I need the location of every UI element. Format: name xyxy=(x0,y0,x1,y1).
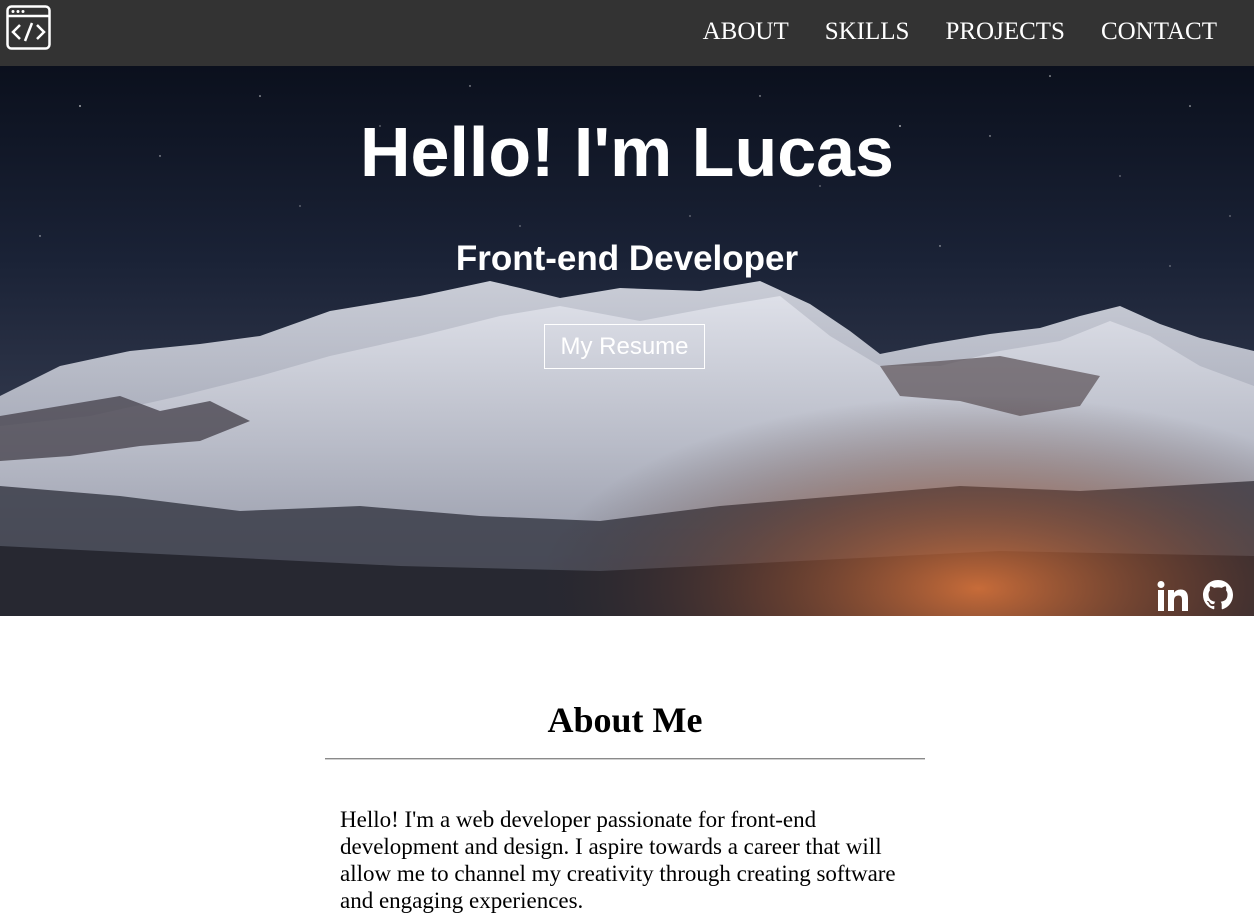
navbar: ABOUT SKILLS PROJECTS CONTACT xyxy=(0,0,1254,66)
about-text: Hello! I'm a web developer passionate fo… xyxy=(340,807,896,913)
nav-link-contact[interactable]: CONTACT xyxy=(1101,18,1217,46)
code-window-icon[interactable] xyxy=(6,5,51,50)
hero-section: Hello! I'm Lucas Front-end Developer My … xyxy=(0,66,1254,616)
about-title: About Me xyxy=(547,700,703,740)
nav-link-projects[interactable]: PROJECTS xyxy=(945,18,1064,46)
linkedin-icon[interactable] xyxy=(1156,580,1190,612)
nav-link-about[interactable]: ABOUT xyxy=(703,18,789,46)
github-icon[interactable] xyxy=(1202,579,1234,611)
hero-title: Hello! I'm Lucas xyxy=(360,113,894,191)
nav-links: ABOUT SKILLS PROJECTS CONTACT xyxy=(667,0,1217,64)
nav-link-skills[interactable]: SKILLS xyxy=(825,18,910,46)
hero-subtitle: Front-end Developer xyxy=(455,239,799,278)
resume-button[interactable]: My Resume xyxy=(544,324,705,369)
about-divider xyxy=(325,758,925,760)
